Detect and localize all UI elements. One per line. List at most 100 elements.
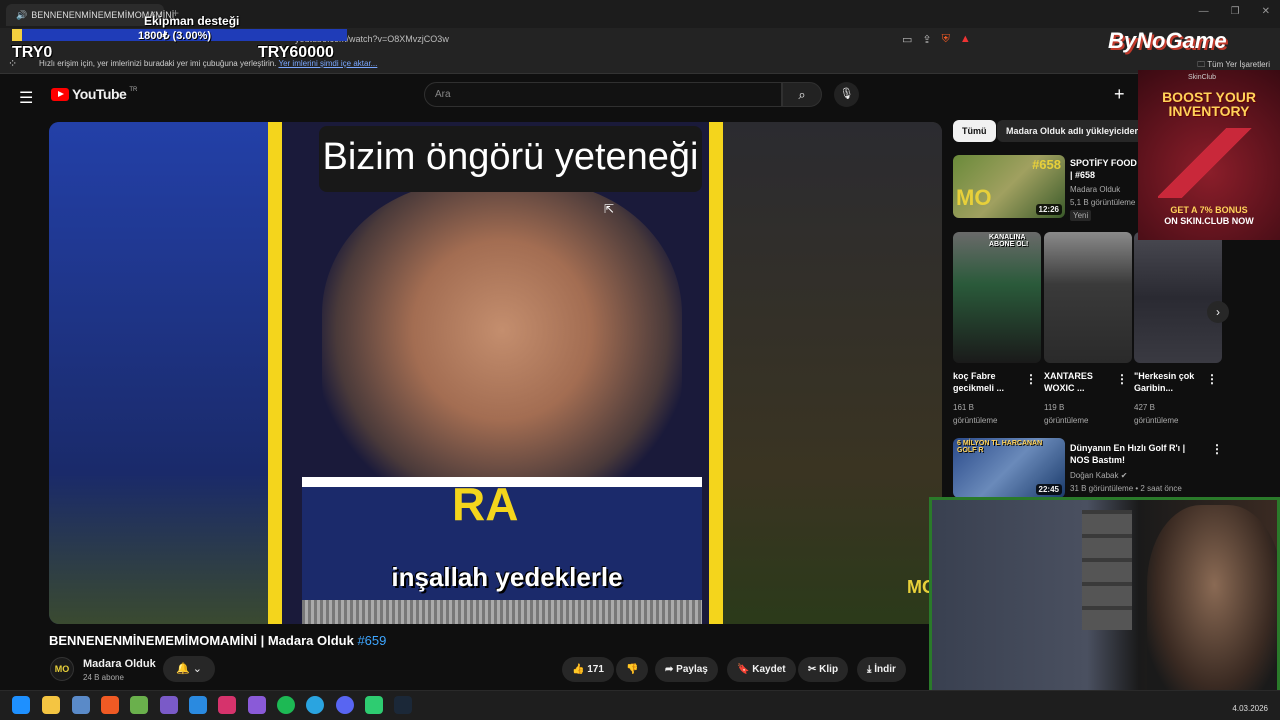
download-button[interactable]: ⤓ İndir (857, 657, 906, 682)
shorts-next-arrow-icon[interactable]: › (1207, 301, 1229, 323)
whatsapp-icon[interactable] (365, 696, 383, 714)
short1-thumb-text: KANALINA ABONE OL! (989, 234, 1029, 248)
rec1-views: 5,1 B görüntüleme (1070, 198, 1136, 207)
rec2-thumb-text: 6 MİLYON TL HARCANAN GOLF R (957, 440, 1043, 454)
short1-more-icon[interactable]: ⋮ (1025, 372, 1037, 386)
pen-app-icon[interactable] (248, 696, 266, 714)
short1-thumbnail[interactable]: KANALINA ABONE OL! (953, 232, 1041, 363)
rec2-channel-name: Doğan Kabak (1070, 471, 1119, 480)
donation-amount: 1800₺ (3.00%) (138, 30, 212, 42)
rec1-channel[interactable]: Madara Olduk (1070, 184, 1120, 195)
bynogame-logo: ByNoGame (1108, 28, 1227, 53)
ad-cta: GET A 7% BONUS ON SKIN.CLUB NOW (1146, 205, 1272, 227)
donation-max: TRY60000 (258, 44, 334, 61)
address-bar-icons: ▭ ⇪ ⛨ ▲ (902, 33, 971, 46)
chip-from-uploader[interactable]: Madara Olduk adlı yükleyiciden (997, 120, 1150, 142)
like-count: 171 (587, 664, 604, 675)
rewards-icon[interactable]: ▲ (960, 33, 971, 46)
youtube-logo[interactable]: YouTube TR (51, 86, 137, 102)
bell-icon: 🔔 (176, 663, 190, 675)
save-label: Kaydet (752, 664, 786, 675)
short3-more-icon[interactable]: ⋮ (1206, 372, 1218, 386)
webcam-streamer (1147, 505, 1277, 699)
short2-thumbnail[interactable] (1044, 232, 1132, 363)
share-icon[interactable]: ⇪ (922, 33, 931, 46)
brave-shield-icon[interactable]: ⛨ (942, 33, 950, 46)
screen-icon[interactable]: ▭ (902, 33, 912, 46)
donation-goal-widget: Ekipman desteği 1800₺ (3.00%) TRY0 TRY60… (10, 12, 355, 64)
short3-title[interactable]: "Herkesin çok Garibin... (1134, 370, 1204, 394)
brave-browser-icon[interactable] (101, 696, 119, 714)
video-title: BENNENENMİNEMEMİMOMAMİNİ | Madara Olduk … (49, 633, 386, 648)
video-blur-right (723, 122, 942, 624)
youtube-wordmark: YouTube (72, 86, 127, 102)
short3-thumbnail[interactable] (1134, 232, 1222, 363)
rec1-title[interactable]: SPOTİFY FOOD | #658 (1070, 157, 1138, 181)
verified-icon: ✔ (1120, 471, 1128, 480)
ad-cta-line1: GET A 7% BONUS (1170, 205, 1248, 215)
video-player[interactable]: RA Bizim öngörü yeteneği inşallah yedekl… (49, 122, 942, 624)
spotify-icon[interactable] (277, 696, 295, 714)
file-explorer-icon[interactable] (42, 696, 60, 714)
share-arrow-icon: ➦ (665, 664, 674, 675)
ad-rifle-image (1158, 128, 1258, 198)
short3-views-unit: görüntüleme (1134, 416, 1179, 425)
notification-bell-button[interactable]: 🔔 ⌄ (163, 656, 215, 682)
webcam-bookshelf (1082, 510, 1132, 630)
close-window-button[interactable]: ✕ (1262, 6, 1270, 17)
create-icon[interactable]: + (1114, 84, 1125, 105)
video-hashtag[interactable]: #659 (357, 633, 386, 648)
save-button[interactable]: 🔖 Kaydet (727, 657, 796, 682)
microphone-icon[interactable]: 🎙 (834, 82, 859, 107)
windows-start-icon[interactable] (12, 696, 30, 714)
channel-avatar[interactable]: MO (50, 657, 74, 681)
rec2-meta: 31 B görüntüleme • 2 saat önce (1070, 484, 1182, 493)
taskbar-date: 4.03.2026 (1232, 704, 1268, 713)
rec2-thumbnail[interactable]: 6 MİLYON TL HARCANAN GOLF R 22:45 (953, 438, 1065, 498)
rec2-more-icon[interactable]: ⋮ (1211, 442, 1223, 456)
instagram-icon[interactable] (218, 696, 236, 714)
photos-icon[interactable] (72, 696, 90, 714)
channel-subscribers: 24 B abone (83, 673, 124, 682)
rec2-channel[interactable]: Doğan Kabak ✔ (1070, 470, 1127, 481)
discord-icon[interactable] (336, 696, 354, 714)
scissors-icon: ✂ (808, 664, 817, 675)
short2-title[interactable]: XANTARES WOXIC ... (1044, 370, 1114, 394)
channel-name[interactable]: Madara Olduk (83, 658, 156, 670)
steam-icon[interactable] (394, 696, 412, 714)
thumb-down-icon: 👎 (626, 664, 639, 675)
video-title-text: BENNENENMİNEMEMİMOMAMİNİ | Madara Olduk (49, 633, 358, 648)
skinclub-ad[interactable]: SkinClub BOOST YOUR INVENTORY GET A 7% B… (1138, 70, 1280, 240)
telegram-icon[interactable] (306, 696, 324, 714)
short1-title[interactable]: koç Fabre gecikmeli ... (953, 370, 1023, 394)
video-emblem: RA (452, 478, 519, 530)
thumb-up-icon: 👍 (572, 664, 585, 675)
youtube-play-icon (51, 87, 69, 101)
clip-button[interactable]: ✂ Klip (798, 657, 849, 682)
chip-all[interactable]: Tümü (953, 120, 996, 142)
vscode-icon[interactable] (189, 696, 207, 714)
short3-views: 427 B (1134, 403, 1155, 412)
maximize-button[interactable]: ❐ (1231, 6, 1240, 17)
hamburger-menu-icon[interactable]: ☰ (19, 88, 33, 108)
minimize-button[interactable]: — (1199, 6, 1209, 17)
visual-studio-icon[interactable] (160, 696, 178, 714)
rec1-thumb-logo: MO (956, 185, 992, 210)
video-person (322, 182, 682, 512)
search-icon[interactable]: ⌕ (782, 82, 822, 107)
video-caption-bottom: inşallah yedeklerle (391, 562, 623, 592)
like-button[interactable]: 👍 171 (562, 657, 614, 682)
bookmark-icon: 🔖 (737, 664, 750, 675)
rec2-title[interactable]: Dünyanın En Hızlı Golf R'ı | NOS Bastım! (1070, 442, 1206, 466)
short2-more-icon[interactable]: ⋮ (1116, 372, 1128, 386)
ad-cta-line2: ON SKIN.CLUB NOW (1164, 216, 1254, 226)
share-button[interactable]: ➦ Paylaş (655, 657, 718, 682)
clip-label: Klip (819, 664, 839, 675)
rec1-thumbnail[interactable]: MO #658 12:26 (953, 155, 1065, 218)
search-input[interactable]: Ara (424, 82, 782, 107)
video-noise (302, 600, 702, 624)
app-icon[interactable] (130, 696, 148, 714)
mouse-cursor-icon: ⇱ (604, 202, 615, 216)
dislike-button[interactable]: 👎 (616, 657, 649, 682)
all-bookmarks-label: Tüm Yer İşaretleri (1207, 60, 1270, 69)
